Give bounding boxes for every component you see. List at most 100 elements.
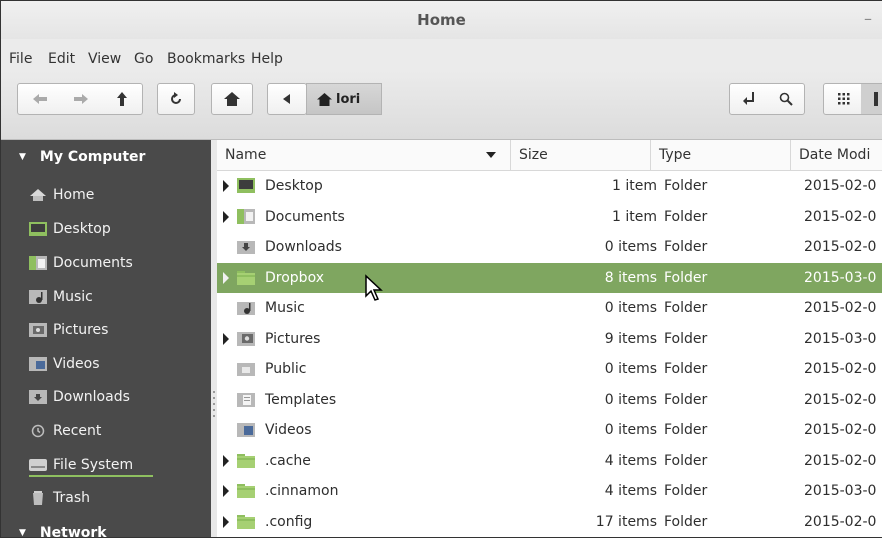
file-size: 4 items — [604, 483, 657, 499]
open-location-icon — [743, 92, 754, 105]
sidebar-item-desktop[interactable]: Desktop — [29, 216, 111, 242]
file-name: .cinnamon — [265, 483, 339, 499]
sidebar-item-music[interactable]: Music — [29, 284, 93, 310]
sidebar-item-trash[interactable]: Trash — [33, 485, 90, 511]
documents-folder-icon — [237, 208, 255, 224]
file-row[interactable]: Documents 1 item Folder 2015-02-0 — [217, 202, 882, 232]
list-view-button[interactable] — [861, 84, 882, 114]
file-date-modified: 2015-03-0 — [804, 483, 877, 499]
menu-go[interactable]: Go — [134, 51, 153, 67]
file-row[interactable]: .config 17 items Folder 2015-02-0 — [217, 507, 882, 537]
file-date-modified: 2015-02-0 — [804, 422, 877, 438]
column-header-type[interactable]: Type — [651, 140, 791, 170]
menu-help[interactable]: Help — [251, 51, 283, 67]
menu-bookmarks[interactable]: Bookmarks — [167, 51, 245, 67]
file-name: Public — [265, 361, 307, 377]
location-search-group — [729, 83, 805, 115]
file-date-modified: 2015-02-0 — [804, 452, 877, 469]
downloads-folder-icon — [237, 241, 255, 254]
home-button[interactable] — [211, 83, 253, 115]
videos-folder-icon — [237, 423, 255, 437]
expand-triangle-icon[interactable] — [223, 515, 229, 528]
sidebar-item-label: Home — [53, 187, 95, 203]
expand-triangle-icon[interactable] — [223, 210, 229, 223]
file-size: 1 item — [612, 178, 657, 194]
file-type: Folder — [664, 239, 708, 255]
file-name: Downloads — [265, 239, 342, 255]
file-type: Folder — [664, 391, 708, 408]
file-row[interactable]: .cache 4 items Folder 2015-02-0 — [217, 446, 882, 476]
expand-triangle-icon[interactable] — [223, 485, 229, 497]
back-arrow-icon — [33, 94, 47, 104]
file-row[interactable]: Music 0 items Folder 2015-02-0 — [217, 293, 882, 323]
file-row[interactable]: .cinnamon 4 items Folder 2015-03-0 — [217, 476, 882, 506]
folder-icon — [237, 270, 255, 285]
sidebar-section-network[interactable]: ▼ Network — [19, 525, 107, 537]
desktop-folder-icon — [237, 178, 255, 193]
expand-triangle-icon[interactable] — [223, 180, 229, 192]
file-size: 0 items — [604, 361, 657, 377]
file-size: 0 items — [604, 422, 657, 438]
icon-view-button[interactable] — [827, 84, 861, 114]
sidebar-item-downloads[interactable]: Downloads — [29, 384, 130, 410]
sidebar-item-label: Recent — [53, 423, 102, 439]
desktop-folder-icon — [29, 222, 47, 236]
file-type: Folder — [664, 178, 708, 194]
expand-triangle-icon[interactable] — [223, 332, 229, 345]
minimize-button[interactable]: – — [864, 9, 872, 28]
column-header-size[interactable]: Size — [511, 140, 651, 170]
column-header-date-modified[interactable]: Date Modi — [791, 140, 882, 170]
file-row[interactable]: Pictures 9 items Folder 2015-03-0 — [217, 324, 882, 354]
title-bar[interactable]: Home – — [1, 1, 882, 39]
column-header-name[interactable]: Name — [217, 140, 511, 170]
sidebar-item-label: Music — [53, 289, 93, 305]
file-size: 4 items — [604, 452, 657, 469]
search-button[interactable] — [767, 84, 805, 114]
collapse-triangle-icon: ▼ — [19, 152, 26, 162]
file-name: Pictures — [265, 330, 321, 347]
file-date-modified: 2015-02-0 — [804, 300, 877, 316]
sidebar-item-file-system[interactable]: File System — [29, 452, 153, 478]
open-location-button[interactable] — [730, 84, 768, 114]
file-row[interactable]: Public 0 items Folder 2015-02-0 — [217, 354, 882, 384]
forward-button[interactable] — [62, 84, 100, 114]
file-row[interactable]: Templates 0 items Folder 2015-02-0 — [217, 385, 882, 415]
sidebar-item-videos[interactable]: Videos — [29, 351, 100, 377]
file-name: Desktop — [265, 178, 323, 194]
sidebar-section-my-computer[interactable]: ▼ My Computer — [19, 149, 145, 165]
expand-triangle-icon[interactable] — [223, 454, 229, 467]
nav-button-group — [17, 83, 143, 115]
file-row[interactable]: Desktop 1 item Folder 2015-02-0 — [217, 171, 882, 201]
expand-triangle-icon[interactable] — [223, 271, 229, 284]
up-button[interactable] — [103, 84, 141, 114]
column-label: Size — [519, 147, 548, 163]
back-button[interactable] — [21, 84, 59, 114]
file-name: .config — [265, 513, 313, 530]
sidebar-item-pictures[interactable]: Pictures — [29, 317, 108, 343]
breadcrumb-home[interactable]: lori — [306, 83, 382, 115]
folder-icon — [237, 453, 255, 468]
file-row[interactable]: Dropbox 8 items Folder 2015-03-0 — [217, 262, 882, 293]
file-size: 0 items — [604, 391, 657, 408]
sidebar-section-title: Network — [39, 525, 107, 537]
sidebar-item-label: Trash — [53, 490, 90, 506]
splitter-grip — [213, 397, 215, 399]
menu-view[interactable]: View — [88, 51, 121, 67]
column-headers: Name Size Type Date Modi — [217, 140, 882, 171]
sidebar-item-documents[interactable]: Documents — [29, 250, 133, 276]
splitter-grip — [213, 409, 215, 411]
file-type: Folder — [664, 330, 708, 347]
home-icon — [224, 92, 240, 106]
file-row[interactable]: Videos 0 items Folder 2015-02-0 — [217, 415, 882, 445]
reload-button[interactable] — [157, 83, 195, 115]
menu-file[interactable]: File — [9, 51, 32, 67]
sidebar-item-recent[interactable]: Recent — [31, 418, 102, 444]
file-row[interactable]: Downloads 0 items Folder 2015-02-0 — [217, 232, 882, 262]
sidebar-item-label: Downloads — [53, 389, 130, 405]
file-name: Videos — [265, 422, 312, 438]
sidebar-item-home[interactable]: Home — [30, 182, 95, 208]
downloads-folder-icon — [29, 390, 47, 404]
breadcrumb-left-button[interactable] — [267, 83, 307, 115]
folder-icon — [237, 514, 255, 529]
menu-edit[interactable]: Edit — [48, 51, 75, 67]
